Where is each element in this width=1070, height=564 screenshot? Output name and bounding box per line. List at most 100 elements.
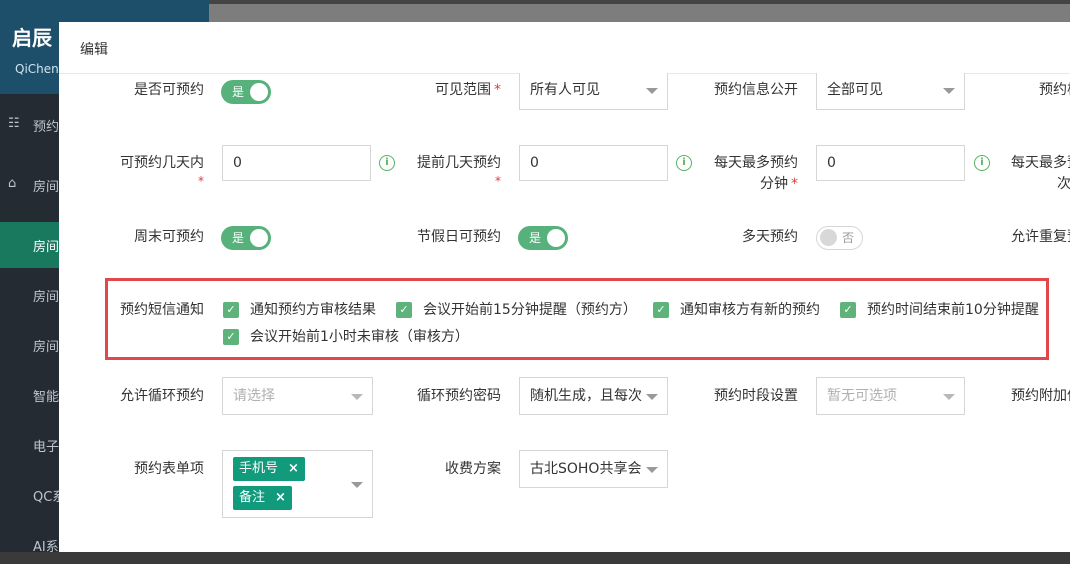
fee-plan-select[interactable]: 古北SOHO共享会: [519, 450, 668, 488]
advance-days-label: 提前几天预约: [417, 155, 501, 171]
fee-plan-label: 收费方案: [445, 461, 501, 477]
required-mark: *: [495, 174, 501, 188]
chevron-down-icon: [646, 467, 658, 473]
sidebar-item-ai[interactable]: AI系: [0, 524, 60, 564]
max-times-label: 每天最多预: [1011, 155, 1070, 171]
multiday-toggle[interactable]: 否: [816, 226, 863, 250]
chevron-down-icon: [646, 394, 658, 400]
time-slot-label: 预约时段设置: [714, 388, 798, 404]
chevron-down-icon: [351, 482, 363, 488]
home-icon: ⌂: [8, 176, 17, 191]
max-minutes-input[interactable]: 0: [816, 145, 965, 181]
sidebar-item-booking[interactable]: ☷ 预约: [0, 104, 60, 144]
sms-option-label[interactable]: 会议开始前15分钟提醒（预约方）: [423, 300, 637, 320]
sidebar-item-qc[interactable]: QC系: [0, 474, 60, 514]
sms-option-checkbox[interactable]: ✓: [840, 302, 856, 318]
edit-modal: 编辑 是否可预约 是 可见范围* 所有人可见 预约信息公开 全部可见 预约栏 可…: [59, 22, 1070, 552]
loop-password-select[interactable]: 随机生成，且每次: [519, 377, 668, 415]
sidebar-item-label: 电子: [33, 440, 60, 455]
weekend-label: 周末可预约: [134, 229, 204, 245]
advance-days-input[interactable]: 0: [519, 145, 668, 181]
holiday-label: 节假日可预约: [417, 229, 501, 245]
sidebar-item-electronic[interactable]: 电子: [0, 424, 60, 464]
chevron-down-icon: [943, 88, 955, 94]
sidebar-item-label: 房间: [33, 340, 60, 355]
tag-label: 手机号: [239, 461, 279, 476]
fee-plan-value: 古北SOHO共享会: [530, 461, 642, 477]
sms-option-label[interactable]: 会议开始前1小时未审核（审核方）: [250, 327, 469, 347]
sms-notification-label: 预约短信通知: [120, 302, 204, 318]
brand-subtitle: QiChen: [15, 62, 59, 76]
modal-title: 编辑: [80, 42, 108, 58]
sms-option-checkbox[interactable]: ✓: [396, 302, 412, 318]
toggle-knob: [547, 229, 565, 247]
bookable-days-label: 可预约几天内: [120, 155, 204, 171]
sidebar-item-smart[interactable]: 智能: [0, 374, 60, 414]
loop-password-value: 随机生成，且每次: [530, 388, 642, 404]
max-minutes-label: 每天最多预约: [714, 155, 798, 171]
booking-field-label-cut: 预约栏: [1039, 82, 1070, 98]
sidebar-item-rooms-3[interactable]: 房间: [0, 324, 60, 364]
sms-option-checkbox[interactable]: ✓: [653, 302, 669, 318]
sidebar-item-rooms-2[interactable]: 房间: [0, 274, 60, 314]
time-slot-placeholder: 暂无可选项: [827, 388, 897, 404]
chevron-down-icon: [943, 394, 955, 400]
sidebar-item-rooms-active[interactable]: 房间: [0, 222, 60, 268]
bookable-days-input[interactable]: 0: [222, 145, 371, 181]
brand-title: 启辰: [12, 26, 52, 50]
sidebar-item-label: 房间: [33, 290, 60, 305]
sms-option-label[interactable]: 通知审核方有新的预约: [680, 300, 820, 320]
info-public-label: 预约信息公开: [714, 82, 798, 98]
multiday-label: 多天预约: [742, 229, 798, 245]
max-times-label-line2: 次: [1057, 176, 1070, 192]
chevron-down-icon: [646, 88, 658, 94]
info-icon[interactable]: i: [974, 155, 990, 171]
loop-booking-label: 允许循环预约: [120, 388, 204, 404]
sidebar-item-label: 智能: [33, 390, 60, 405]
sidebar-item-label: AI系: [33, 540, 59, 555]
bookable-toggle[interactable]: 是: [221, 80, 271, 104]
toggle-text: 是: [529, 231, 542, 245]
close-icon[interactable]: ×: [288, 461, 299, 476]
sms-option-checkbox[interactable]: ✓: [223, 302, 239, 318]
visible-range-label-text: 可见范围: [435, 82, 491, 98]
app-header: [209, 4, 1070, 24]
tag-label: 备注: [239, 490, 266, 505]
visible-range-value: 所有人可见: [530, 82, 600, 98]
toggle-text: 是: [232, 85, 245, 99]
toggle-knob: [820, 229, 837, 246]
toggle-text: 是: [232, 231, 245, 245]
required-mark: *: [791, 176, 798, 192]
extra-info-label: 预约附加信: [1011, 388, 1070, 404]
sidebar-item-label: 房间: [33, 240, 60, 255]
sidebar-item-rooms[interactable]: ⌂ 房间: [0, 164, 60, 204]
max-minutes-label-line2: 分钟 *: [659, 174, 798, 194]
loop-booking-select[interactable]: 请选择: [222, 377, 373, 415]
weekend-toggle[interactable]: 是: [221, 226, 271, 250]
repeat-label: 允许重复预: [1011, 229, 1070, 245]
holiday-toggle[interactable]: 是: [518, 226, 568, 250]
time-slot-select[interactable]: 暂无可选项: [816, 377, 965, 415]
toggle-text: 否: [841, 231, 854, 245]
required-mark: *: [494, 82, 501, 98]
visible-range-select[interactable]: 所有人可见: [519, 73, 668, 110]
sms-option-label[interactable]: 通知预约方审核结果: [250, 300, 376, 320]
form-item-tag[interactable]: 备注 ×: [233, 486, 292, 510]
required-mark: *: [198, 174, 204, 188]
loop-booking-placeholder: 请选择: [233, 388, 275, 404]
toggle-knob: [250, 83, 268, 101]
loop-password-label: 循环预约密码: [417, 388, 501, 404]
sms-option-checkbox[interactable]: ✓: [223, 329, 239, 345]
sms-option-label[interactable]: 预约时间结束前10分钟提醒: [867, 300, 1039, 320]
info-public-value: 全部可见: [827, 82, 883, 98]
sidebar-item-label: 房间: [33, 180, 60, 195]
visible-range-label: 可见范围 *: [359, 80, 501, 100]
toggle-knob: [250, 229, 268, 247]
form-items-label: 预约表单项: [134, 461, 204, 477]
close-icon[interactable]: ×: [275, 490, 286, 505]
form-item-tag[interactable]: 手机号 ×: [233, 457, 305, 481]
bookable-label: 是否可预约: [134, 82, 204, 98]
sidebar-item-label: 预约: [33, 120, 60, 135]
max-minutes-label-line2-text: 分钟: [760, 176, 788, 192]
info-public-select[interactable]: 全部可见: [816, 73, 965, 110]
